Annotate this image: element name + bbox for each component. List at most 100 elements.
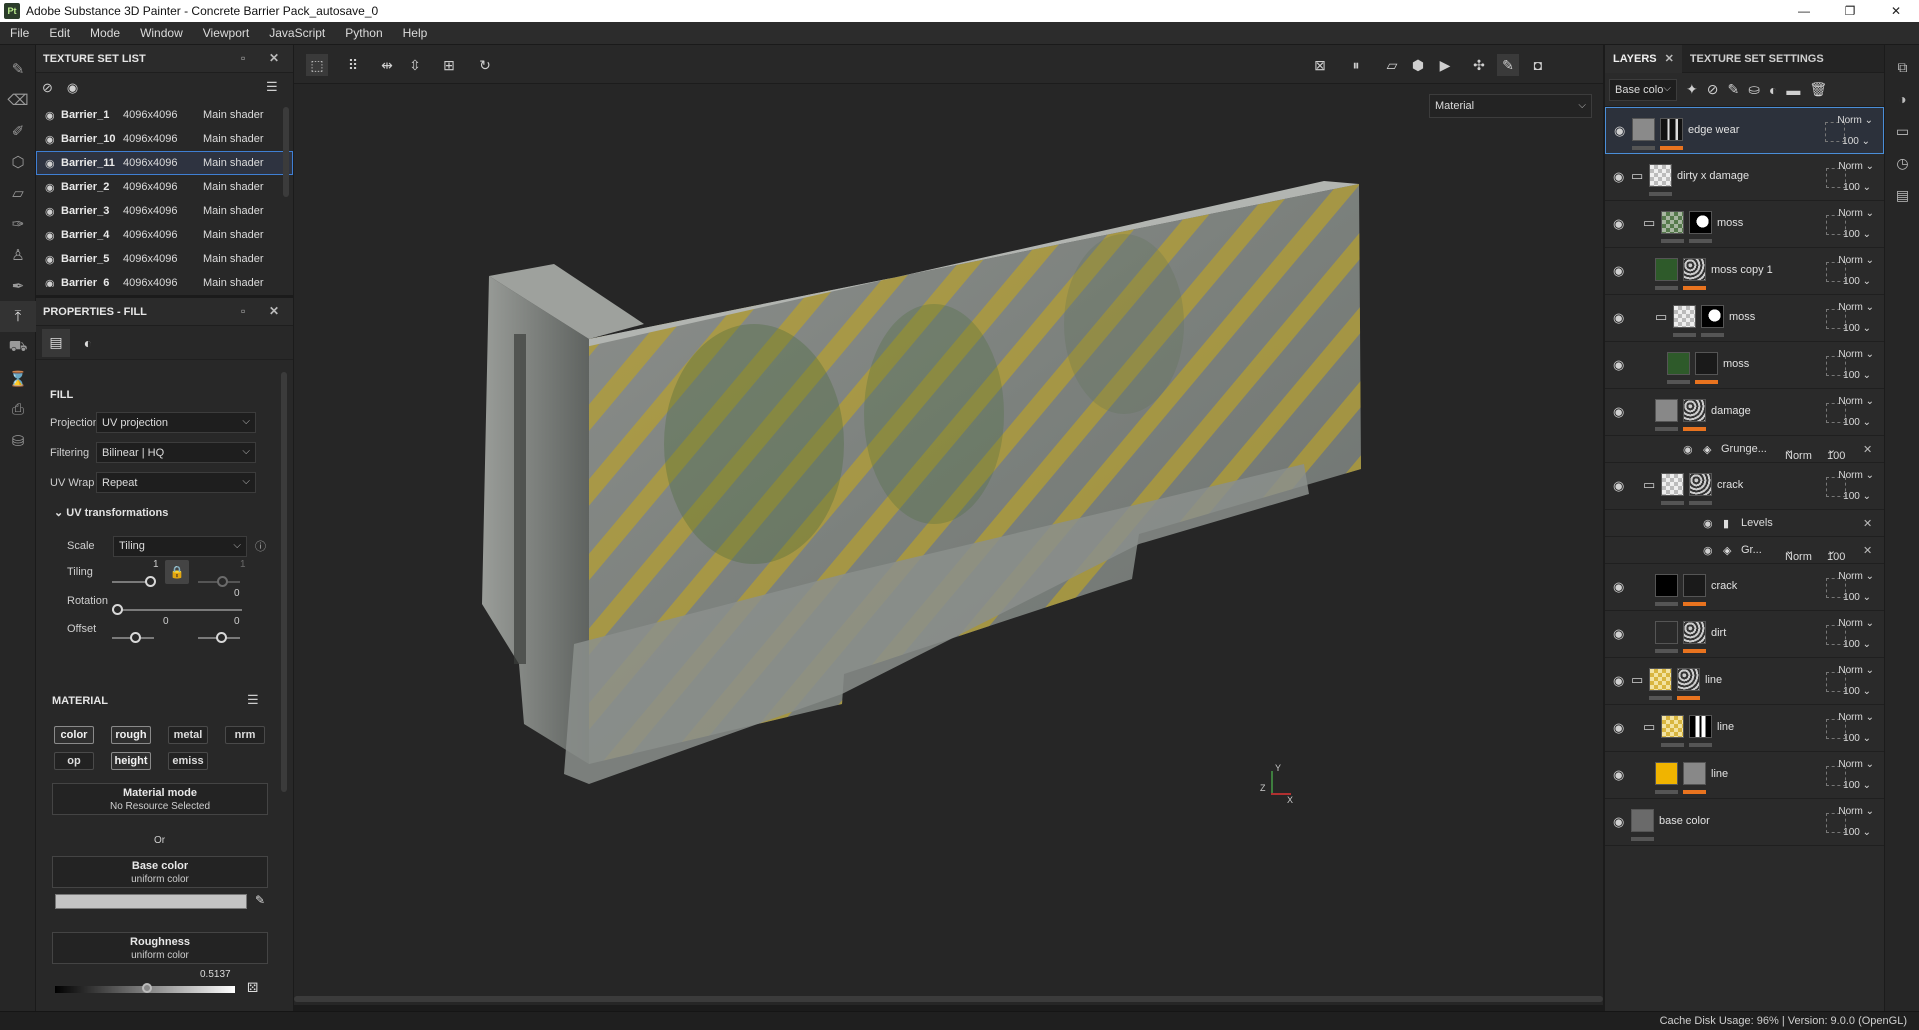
layer-visibility-eye-icon[interactable]: ◉ bbox=[1613, 673, 1624, 689]
folder-icon[interactable]: ▭ bbox=[1643, 215, 1655, 231]
layer-blend-mode[interactable]: Norm ⌄ bbox=[1838, 759, 1874, 770]
float-panel-icon[interactable]: ▫ bbox=[241, 51, 245, 65]
layer-mask-thumbnail[interactable] bbox=[1683, 258, 1706, 281]
layer-blend-mode[interactable]: Norm ⌄ bbox=[1838, 396, 1874, 407]
eye-icon[interactable]: ◉ bbox=[45, 205, 61, 218]
hide-icon[interactable]: ⊠ bbox=[1309, 54, 1331, 76]
offset-v-knob[interactable] bbox=[216, 632, 227, 643]
export-icon[interactable]: ⎙ bbox=[0, 394, 36, 425]
layer-mask-thumbnail[interactable] bbox=[1695, 352, 1718, 375]
uv-transformations-toggle[interactable]: ⌄ UV transformations bbox=[54, 506, 168, 519]
history-icon[interactable]: ◷ bbox=[1885, 147, 1919, 179]
layer-visibility-eye-icon[interactable]: ◉ bbox=[1613, 626, 1624, 642]
layer-content-thumbnail[interactable] bbox=[1655, 258, 1678, 281]
shelf-icon[interactable]: ▭ bbox=[1885, 115, 1919, 147]
layer-content-thumbnail[interactable] bbox=[1649, 668, 1672, 691]
add-fill-layer-icon[interactable]: ⛀ bbox=[1748, 81, 1760, 98]
random-seed-icon[interactable]: ⚄ bbox=[247, 980, 258, 996]
effect-opacity[interactable]: 100 ⌄ bbox=[1827, 544, 1845, 563]
uv-wrap-dropdown[interactable]: Repeat ⌵ bbox=[96, 472, 256, 493]
layer-content-thumbnail[interactable] bbox=[1655, 399, 1678, 422]
close-panel-icon[interactable]: ✕ bbox=[269, 304, 279, 318]
viewport-scrollbar[interactable] bbox=[294, 996, 1603, 1002]
log-icon[interactable]: ▤ bbox=[1885, 179, 1919, 211]
layer-visibility-eye-icon[interactable]: ◉ bbox=[1614, 123, 1625, 139]
layer-blend-mode[interactable]: Norm ⌄ bbox=[1838, 349, 1874, 360]
pause-icon[interactable]: ⏸ bbox=[1345, 54, 1367, 76]
geometry-fill-tool-icon[interactable]: ⬡ bbox=[0, 146, 36, 177]
layer-row[interactable]: ◉ moss copy 1 Norm ⌄ 100 ⌄ bbox=[1605, 248, 1884, 295]
layer-row[interactable]: ◉ moss Norm ⌄ 100 ⌄ bbox=[1605, 342, 1884, 389]
texture-set-scrollbar[interactable] bbox=[283, 107, 289, 197]
add-paint-layer-icon[interactable]: ✎ bbox=[1727, 81, 1739, 98]
assets-icon[interactable]: ⤒ bbox=[0, 301, 36, 332]
maximize-button[interactable]: ❐ bbox=[1827, 0, 1873, 22]
channel-height-toggle[interactable]: height bbox=[111, 752, 151, 770]
effect-row[interactable]: ◉ ▮ Levels ✕ bbox=[1605, 510, 1884, 537]
close-button[interactable]: ✕ bbox=[1873, 0, 1919, 22]
layer-visibility-eye-icon[interactable]: ◉ bbox=[1613, 814, 1624, 830]
layer-row[interactable]: ◉ dirt Norm ⌄ 100 ⌄ bbox=[1605, 611, 1884, 658]
menu-window[interactable]: Window bbox=[130, 26, 193, 40]
layer-visibility-eye-icon[interactable]: ◉ bbox=[1613, 216, 1624, 232]
fill-settings-tab-icon[interactable]: ▤ bbox=[42, 328, 70, 357]
filtering-dropdown[interactable]: Bilinear | HQ ⌵ bbox=[96, 442, 256, 463]
layer-row[interactable]: ◉ line Norm ⌄ 100 ⌄ bbox=[1605, 752, 1884, 799]
add-smart-material-icon[interactable]: ◐ bbox=[1769, 82, 1777, 98]
effect-opacity[interactable]: 100 ⌄ bbox=[1827, 443, 1845, 462]
axis-gizmo[interactable]: Y Z X bbox=[1259, 763, 1319, 809]
material-tab-icon[interactable]: ◐ bbox=[74, 329, 102, 357]
offset-u-knob[interactable] bbox=[130, 632, 141, 643]
environment-icon[interactable]: ◑ bbox=[1885, 83, 1919, 115]
layer-row[interactable]: ◉ ▭ crack Norm ⌄ 100 ⌄ bbox=[1605, 463, 1884, 510]
add-icon[interactable]: ⊞ bbox=[438, 54, 460, 76]
channel-metal-toggle[interactable]: metal bbox=[168, 726, 208, 744]
layer-opacity[interactable]: 100 ⌄ bbox=[1843, 827, 1871, 838]
menu-python[interactable]: Python bbox=[335, 26, 392, 40]
layer-opacity[interactable]: 100 ⌄ bbox=[1843, 229, 1871, 240]
layer-mask-thumbnail[interactable] bbox=[1689, 211, 1712, 234]
3d-viewport[interactable]: Material ⌵ Y Z X bbox=[294, 84, 1603, 1005]
selection-mode-icon[interactable]: ⬚ bbox=[306, 54, 328, 76]
texture-set-row-selected[interactable]: ◉ Barrier_11 4096x4096 Main shader bbox=[36, 151, 293, 175]
layer-blend-mode[interactable]: Norm ⌄ bbox=[1838, 208, 1874, 219]
effect-blend-mode[interactable]: Norm ⌄ bbox=[1785, 443, 1812, 462]
layer-blend-mode[interactable]: Norm ⌄ bbox=[1838, 255, 1874, 266]
eyedropper-icon[interactable]: ✎ bbox=[255, 893, 265, 907]
remove-effect-icon[interactable]: ✕ bbox=[1863, 517, 1872, 530]
projection-dropdown[interactable]: UV projection ⌵ bbox=[96, 412, 256, 433]
viewport-3d-icon[interactable]: ⬢ bbox=[1407, 54, 1429, 76]
color-picker-tool-icon[interactable]: ✒ bbox=[0, 270, 36, 301]
layer-row[interactable]: ◉ base color Norm ⌄ 100 ⌄ bbox=[1605, 799, 1884, 846]
layer-row[interactable]: ◉ ▭ moss Norm ⌄ 100 ⌄ bbox=[1605, 295, 1884, 342]
layer-content-thumbnail[interactable] bbox=[1631, 809, 1654, 832]
layer-mask-thumbnail[interactable] bbox=[1689, 473, 1712, 496]
layer-visibility-eye-icon[interactable]: ◉ bbox=[1613, 357, 1624, 373]
layer-mask-thumbnail[interactable] bbox=[1683, 399, 1706, 422]
base-color-swatch[interactable] bbox=[55, 894, 247, 909]
history-icon[interactable]: ↻ bbox=[474, 54, 496, 76]
roughness-slot[interactable]: Roughness uniform color bbox=[52, 932, 268, 964]
grid-icon[interactable]: ⠿ bbox=[342, 54, 364, 76]
layer-visibility-eye-icon[interactable]: ◉ bbox=[1613, 169, 1624, 185]
float-panel-icon[interactable]: ▫ bbox=[241, 304, 245, 318]
texture-set-row[interactable]: ◉ Barrier_10 4096x4096 Main shader bbox=[36, 127, 293, 151]
layer-content-thumbnail[interactable] bbox=[1649, 164, 1672, 187]
tab-layers[interactable]: LAYERS ✕ bbox=[1605, 44, 1682, 73]
layer-blend-mode[interactable]: Norm ⌄ bbox=[1838, 302, 1874, 313]
bake-icon[interactable]: ⌛ bbox=[0, 363, 36, 394]
display-icon[interactable]: ⧉ bbox=[1885, 51, 1919, 83]
channel-emiss-toggle[interactable]: emiss bbox=[168, 752, 208, 770]
tiling-v-knob[interactable] bbox=[217, 576, 228, 587]
eye-icon[interactable]: ◉ bbox=[67, 80, 78, 96]
texture-set-row[interactable]: ◉ Barrier_2 4096x4096 Main shader bbox=[36, 175, 293, 199]
smudge-tool-icon[interactable]: ✑ bbox=[0, 208, 36, 239]
layer-content-thumbnail[interactable] bbox=[1655, 574, 1678, 597]
layer-opacity[interactable]: 100 ⌄ bbox=[1843, 780, 1871, 791]
add-folder-icon[interactable]: ▬ bbox=[1786, 82, 1800, 98]
menu-javascript[interactable]: JavaScript bbox=[259, 26, 335, 40]
camera-icon[interactable]: ▶ bbox=[1434, 54, 1456, 76]
layer-content-thumbnail[interactable] bbox=[1661, 211, 1684, 234]
layer-row[interactable]: ◉ ▭ line Norm ⌄ 100 ⌄ bbox=[1605, 658, 1884, 705]
base-color-slot[interactable]: Base color uniform color bbox=[52, 856, 268, 888]
